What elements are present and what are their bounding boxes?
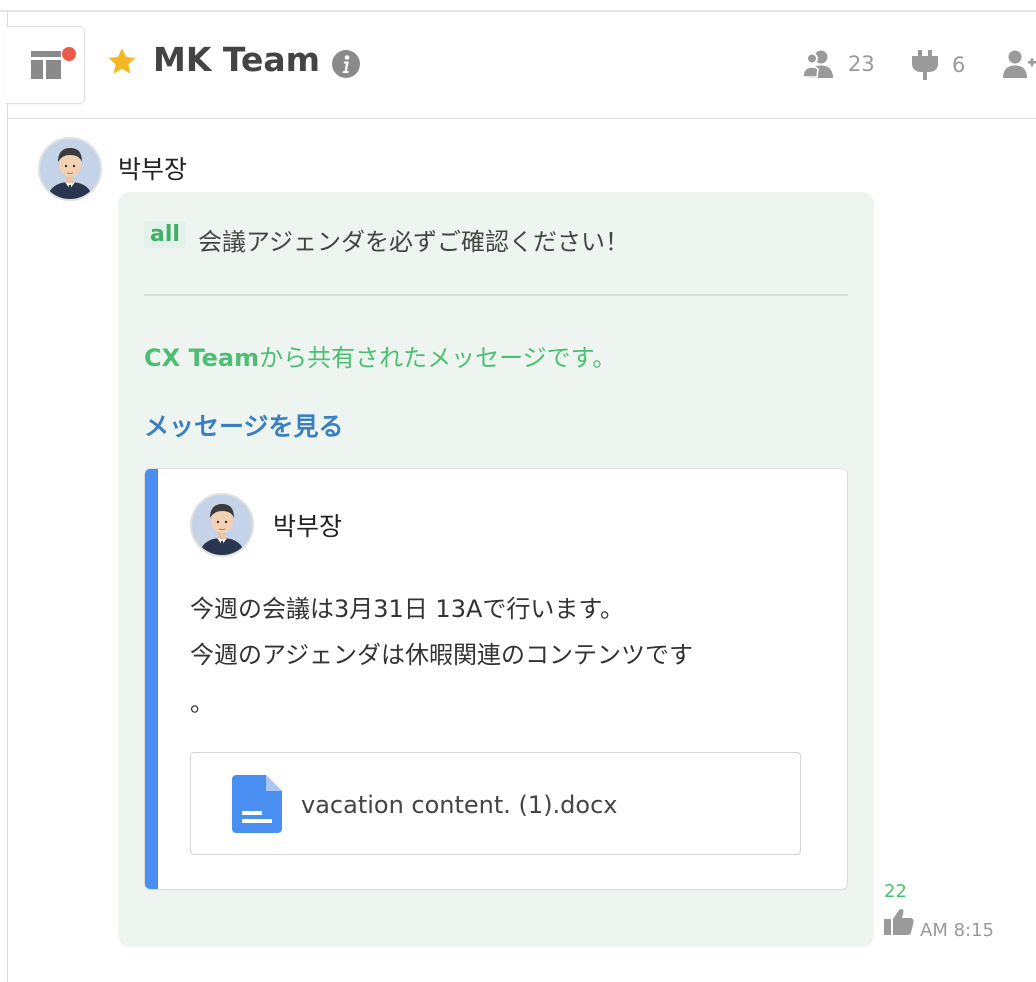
left-divider <box>7 10 8 982</box>
message-text: 会議アジェンダを必ずご確認ください！ <box>198 228 630 256</box>
pinned-stat[interactable]: 6 <box>912 50 965 80</box>
layout-toggle-button[interactable] <box>6 26 85 104</box>
file-name: vacation content. (1).docx <box>301 791 618 819</box>
quoted-avatar <box>190 493 254 557</box>
pin-icon <box>912 50 938 80</box>
room-header: MK Team 23 6 <box>0 12 1036 118</box>
quoted-text-line: 今週の会議は3月31日 13Aで行います。 <box>190 595 624 623</box>
star-icon[interactable] <box>106 47 138 77</box>
sender-name[interactable]: 박부장 <box>118 150 187 186</box>
header-divider <box>8 118 1036 119</box>
message-time: AM 8:15 <box>920 920 994 941</box>
pinned-count: 6 <box>952 53 966 77</box>
shared-from-team: CX Team <box>144 344 260 372</box>
notification-dot <box>62 47 76 61</box>
quoted-message-card[interactable]: 박부장 今週の会議は3月31日 13Aで行います。 今週のアジェンダは休暇関連の… <box>144 468 848 890</box>
view-message-link[interactable]: メッセージを見る <box>144 407 344 443</box>
quote-accent-bar <box>145 469 158 889</box>
quoted-text-line: 今週のアジェンダは休暇関連のコンテンツです <box>190 641 694 669</box>
add-member-icon <box>1003 50 1036 78</box>
message-bubble: all 会議アジェンダを必ずご確認ください！ CX Teamから共有されたメッセ… <box>118 192 874 947</box>
info-icon[interactable] <box>331 49 361 79</box>
file-attachment[interactable]: vacation content. (1).docx <box>190 752 801 855</box>
mention-tag[interactable]: all <box>144 221 186 248</box>
members-count: 23 <box>848 52 875 76</box>
quoted-sender-name: 박부장 <box>273 512 343 541</box>
shared-from-suffix: から共有されたメッセージです。 <box>259 344 617 372</box>
layout-icon <box>31 51 61 79</box>
members-stat[interactable]: 23 <box>803 50 875 78</box>
thumbs-up-icon[interactable] <box>884 908 914 936</box>
members-icon <box>803 50 833 78</box>
add-member-button[interactable] <box>1003 50 1036 78</box>
shared-from-text: CX Teamから共有されたメッセージです。 <box>144 338 616 373</box>
quoted-text-line: 。 <box>190 689 214 717</box>
message-divider <box>144 294 848 296</box>
reaction-count[interactable]: 22 <box>884 881 907 902</box>
docx-file-icon <box>232 775 282 833</box>
avatar[interactable] <box>38 137 102 201</box>
room-title: MK Team <box>153 40 321 79</box>
